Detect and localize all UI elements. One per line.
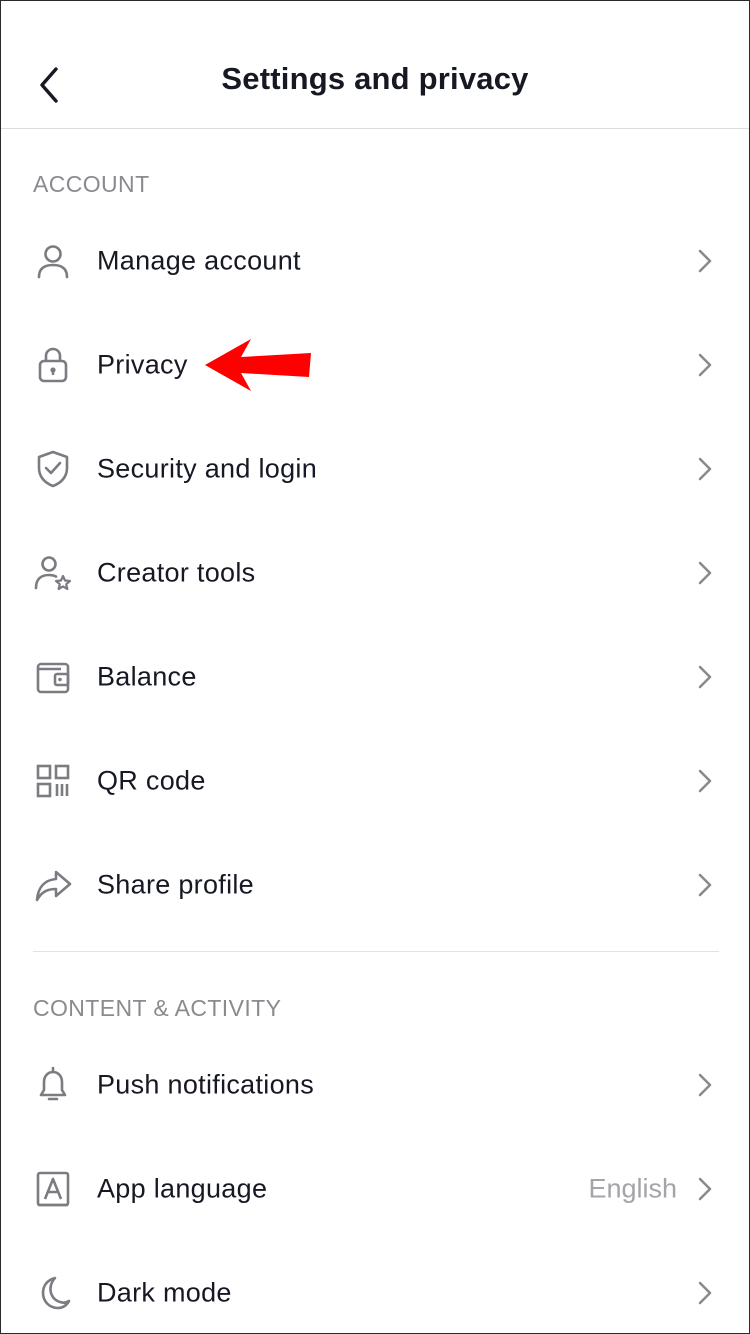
lock-icon — [31, 343, 75, 387]
chevron-right-icon — [695, 559, 715, 587]
section-label-content-activity: CONTENT & ACTIVITY — [33, 995, 282, 1021]
settings-item-label: Security and login — [97, 453, 318, 484]
chevron-right-icon — [695, 247, 715, 275]
settings-item-label: Privacy — [97, 349, 188, 380]
page-title: Settings and privacy — [221, 61, 529, 96]
settings-item-creator-tools[interactable]: Creator tools — [1, 521, 749, 625]
chevron-right-icon — [695, 351, 715, 379]
section-label-account: ACCOUNT — [33, 171, 150, 197]
shield-check-icon — [31, 447, 75, 491]
settings-item-balance[interactable]: Balance — [1, 625, 749, 729]
settings-item-security-and-login[interactable]: Security and login — [1, 417, 749, 521]
red-arrow-pointer — [203, 337, 313, 393]
person-icon — [31, 239, 75, 283]
top-nav-bar: Settings and privacy — [1, 1, 749, 129]
settings-item-share-profile[interactable]: Share profile — [1, 833, 749, 937]
settings-item-dark-mode[interactable]: Dark mode — [1, 1241, 749, 1333]
section-divider — [33, 951, 719, 952]
settings-screen: Settings and privacy ACCOUNT Manage acco… — [0, 0, 750, 1334]
person-star-icon — [31, 551, 75, 595]
bell-icon — [31, 1063, 75, 1107]
chevron-right-icon — [695, 1175, 715, 1203]
qr-code-icon — [31, 759, 75, 803]
moon-icon — [31, 1271, 75, 1315]
language-a-icon — [31, 1167, 75, 1211]
settings-item-app-language[interactable]: App language English — [1, 1137, 749, 1241]
settings-item-label: Push notifications — [97, 1069, 315, 1100]
chevron-right-icon — [695, 663, 715, 691]
settings-item-label: Manage account — [97, 245, 301, 276]
settings-item-label: Creator tools — [97, 557, 256, 588]
settings-item-label: Share profile — [97, 869, 254, 900]
chevron-right-icon — [695, 1279, 715, 1307]
settings-item-label: Dark mode — [97, 1277, 232, 1308]
settings-item-qr-code[interactable]: QR code — [1, 729, 749, 833]
chevron-right-icon — [695, 871, 715, 899]
chevron-right-icon — [695, 455, 715, 483]
settings-item-manage-account[interactable]: Manage account — [1, 209, 749, 313]
chevron-right-icon — [695, 1071, 715, 1099]
settings-item-label: Balance — [97, 661, 197, 692]
share-arrow-icon — [31, 863, 75, 907]
chevron-right-icon — [695, 767, 715, 795]
current-language-value: English — [588, 1173, 677, 1204]
settings-item-label: App language — [97, 1173, 268, 1204]
settings-item-label: QR code — [97, 765, 206, 796]
settings-item-push-notifications[interactable]: Push notifications — [1, 1033, 749, 1137]
settings-item-privacy[interactable]: Privacy — [1, 313, 749, 417]
wallet-icon — [31, 655, 75, 699]
